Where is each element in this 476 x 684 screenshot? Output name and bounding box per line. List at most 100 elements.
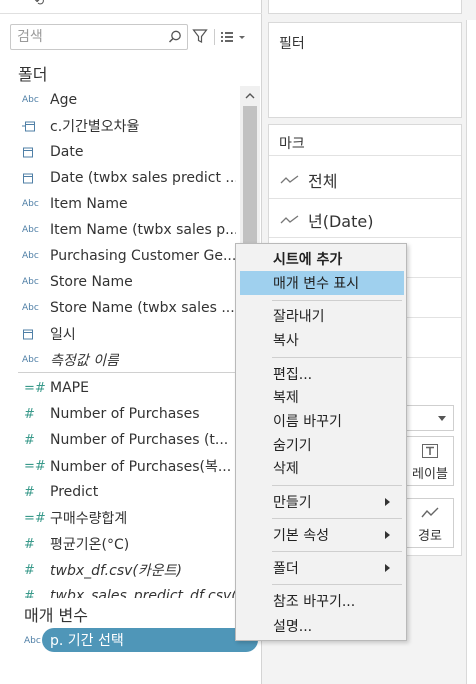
field-item[interactable]: # twbx_df.csv(카운트) <box>0 557 240 583</box>
field-label: twbx_sales_predict_df.csv( <box>50 588 236 598</box>
line-mark-icon <box>280 215 299 224</box>
menu-item-rename[interactable]: 이름 바꾸기 <box>240 409 404 433</box>
field-item[interactable]: # twbx_sales_predict_df.csv( <box>0 583 240 598</box>
filters-card[interactable]: 필터 <box>268 22 462 118</box>
field-label: Age <box>50 92 78 108</box>
menu-item-duplicate[interactable]: 복제 <box>240 385 404 409</box>
menu-item-show-parameter[interactable]: 매개 변수 표시 <box>240 271 404 295</box>
menu-item-describe[interactable]: 설명... <box>240 614 404 638</box>
field-item[interactable]: # Number of Purchases (t... <box>0 427 240 453</box>
field-item[interactable]: Abc Age <box>0 87 240 113</box>
measure-calc-icon: =# <box>24 510 46 526</box>
search-input[interactable] <box>11 25 161 49</box>
field-item[interactable]: c.기간별오차율 <box>0 113 240 139</box>
field-label: MAPE <box>50 380 89 396</box>
marks-title: 마크 <box>279 136 305 152</box>
menu-item-label: 만들기 <box>273 495 312 511</box>
menu-item-cut[interactable]: 잘라내기 <box>240 304 404 328</box>
field-item[interactable]: Date (twbx sales predict ... <box>0 165 240 191</box>
field-label: Store Name <box>50 274 133 290</box>
label-button[interactable]: 레이블 <box>406 436 454 486</box>
field-item[interactable]: 일시 <box>0 321 240 347</box>
search-icon[interactable] <box>167 29 183 45</box>
menu-separator <box>272 518 402 519</box>
field-item[interactable]: Abc Store Name <box>0 269 240 295</box>
menu-item-replace-references[interactable]: 참조 바꾸기... <box>240 589 404 613</box>
marks-divider <box>269 155 461 156</box>
field-item[interactable]: # 평균기온(°C) <box>0 531 240 557</box>
filter-icon[interactable] <box>192 28 208 44</box>
field-item[interactable]: Abc Purchasing Customer Ge... <box>0 243 240 269</box>
path-button-text: 경로 <box>418 528 442 544</box>
line-mark-icon <box>280 175 299 184</box>
submenu-arrow-icon <box>385 498 390 506</box>
field-label: Item Name <box>50 196 128 212</box>
menu-item-default-properties[interactable]: 기본 속성 <box>240 523 404 547</box>
menu-item-label: 이름 바꾸기 <box>273 414 342 430</box>
measure-calc-icon: =# <box>24 458 46 474</box>
marks-tab-all[interactable]: 전체 <box>280 168 337 192</box>
field-item[interactable]: =# 구매수량합계 <box>0 505 240 531</box>
field-label: 구매수량합계 <box>50 511 128 527</box>
parameter-label: p. 기간 선택 <box>50 633 124 649</box>
submenu-arrow-icon <box>385 564 390 572</box>
field-item[interactable]: =# MAPE <box>0 375 240 401</box>
field-label: Number of Purchases(복... <box>50 459 232 475</box>
menu-separator <box>272 300 402 301</box>
menu-item-label: 복제 <box>273 390 299 406</box>
menu-item-label: 잘라내기 <box>273 309 325 325</box>
pages-card <box>268 0 462 14</box>
menu-item-edit[interactable]: 편집... <box>240 362 404 386</box>
field-label: Item Name (twbx sales p... <box>50 222 236 238</box>
parameters-section-title: 매개 변수 <box>24 606 88 625</box>
path-button[interactable]: 경로 <box>406 498 454 548</box>
field-item[interactable]: Abc Item Name <box>0 191 240 217</box>
string-dimension-icon: Abc <box>22 199 39 209</box>
marks-divider <box>269 237 461 238</box>
field-label: Predict <box>50 484 99 500</box>
marks-tab-year[interactable]: 년(Date) <box>280 208 373 232</box>
submenu-arrow-icon <box>385 531 390 539</box>
calendar-calc-icon <box>0 120 50 132</box>
string-dimension-icon: Abc <box>22 251 39 261</box>
search-box <box>10 24 188 50</box>
menu-item-label: 숨기기 <box>273 438 312 454</box>
field-label: c.기간별오차율 <box>50 119 140 135</box>
measure-icon: # <box>24 406 35 422</box>
field-label: Store Name (twbx sales ... <box>50 300 235 316</box>
menu-separator <box>272 551 402 552</box>
marks-divider <box>269 198 461 199</box>
measure-icon: # <box>24 536 35 552</box>
field-item[interactable]: =# Number of Purchases(복... <box>0 453 240 479</box>
datasource-icon[interactable]: ⟲ <box>34 0 44 8</box>
field-item[interactable]: Abc Store Name (twbx sales ... <box>0 295 240 321</box>
menu-item-copy[interactable]: 복사 <box>240 328 404 352</box>
string-dimension-icon: Abc <box>22 303 39 313</box>
view-options-icon[interactable] <box>214 28 248 46</box>
menu-item-delete[interactable]: 삭제 <box>240 456 404 480</box>
scroll-up-icon[interactable] <box>240 86 260 106</box>
menu-item-label: 시트에 추가 <box>273 252 343 268</box>
menu-item-folder[interactable]: 폴더 <box>240 556 404 580</box>
menu-item-add-to-sheet[interactable]: 시트에 추가 <box>240 247 404 271</box>
menu-item-label: 복사 <box>273 333 299 349</box>
menu-item-label: 기본 속성 <box>273 528 329 544</box>
parameter-item-selected[interactable]: p. 기간 선택 <box>42 628 258 652</box>
field-label: Date (twbx sales predict ... <box>50 170 236 186</box>
field-item[interactable]: Abc Item Name (twbx sales p... <box>0 217 240 243</box>
menu-item-hide[interactable]: 숨기기 <box>240 433 404 457</box>
field-item[interactable]: Date <box>0 139 240 165</box>
string-dimension-icon: Abc <box>22 277 39 287</box>
context-menu: 시트에 추가 매개 변수 표시 잘라내기 복사 편집... 복제 이름 바꾸기 … <box>235 243 407 641</box>
field-item[interactable]: # Number of Purchases <box>0 401 240 427</box>
field-item[interactable]: Abc 측정값 이름 <box>0 347 240 373</box>
menu-separator <box>272 357 402 358</box>
measure-icon: # <box>24 432 35 448</box>
dimension-measure-divider <box>18 372 240 373</box>
field-item[interactable]: # Predict <box>0 479 240 505</box>
menu-item-create[interactable]: 만들기 <box>240 490 404 514</box>
menu-separator <box>272 485 402 486</box>
mark-type-dropdown[interactable] <box>400 405 454 431</box>
text-label-icon <box>422 443 438 458</box>
field-label: twbx_df.csv(카운트) <box>50 563 182 579</box>
